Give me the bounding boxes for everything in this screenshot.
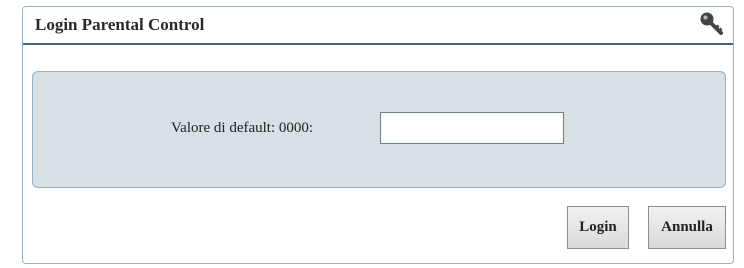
dialog-title: Login Parental Control <box>35 15 205 34</box>
dialog-title-bar: Login Parental Control <box>23 7 733 45</box>
cancel-button[interactable]: Annulla <box>648 206 726 249</box>
parental-control-dialog: Login Parental Control Valore di default… <box>22 6 734 264</box>
pin-field-label: Valore di default: 0000: <box>171 120 314 136</box>
pin-panel: Valore di default: 0000: <box>32 71 726 188</box>
login-button[interactable]: Login <box>567 206 629 249</box>
pin-input[interactable] <box>380 112 564 144</box>
key-icon <box>699 11 725 37</box>
